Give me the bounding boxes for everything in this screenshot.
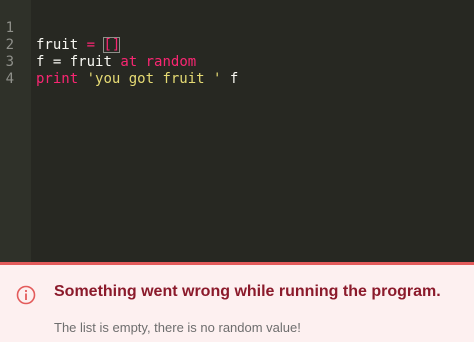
error-panel: Something went wrong while running the p… bbox=[0, 262, 474, 342]
identifier-f: f bbox=[221, 71, 239, 87]
keyword-print: print bbox=[36, 71, 79, 87]
code-line-1[interactable]: 1 fruit = [] bbox=[0, 3, 474, 53]
string-literal: 'you got fruit ' bbox=[78, 71, 222, 87]
line-number: 4 bbox=[5, 71, 14, 87]
code-text[interactable]: print 'you got fruit ' f bbox=[36, 71, 238, 88]
error-title: Something went wrong while running the p… bbox=[54, 283, 441, 300]
error-message: The list is empty, there is no random va… bbox=[54, 320, 301, 335]
code-line-3[interactable]: 3 print 'you got fruit ' f bbox=[0, 37, 474, 87]
code-editor[interactable]: 1 fruit = [] 2 f = fruit at random 3 pri… bbox=[0, 0, 474, 262]
info-circle-icon bbox=[16, 285, 36, 305]
code-line-4[interactable]: 4 bbox=[0, 54, 474, 87]
code-line-2[interactable]: 2 f = fruit at random bbox=[0, 20, 474, 70]
